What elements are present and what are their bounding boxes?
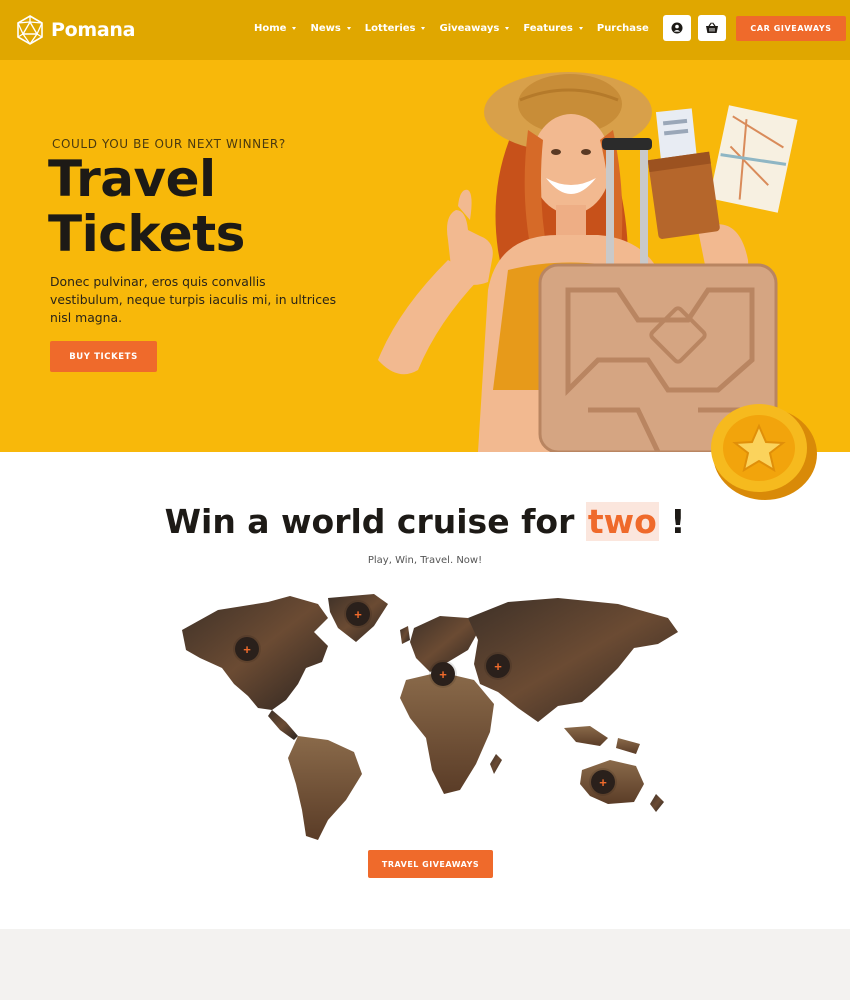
cruise-title-main: Win a world cruise for	[164, 502, 575, 541]
coin-star-icon	[711, 404, 817, 500]
hero-description: Donec pulvinar, eros quis convallis vest…	[50, 274, 337, 325]
nav-label: Home	[254, 23, 287, 34]
cruise-title-end: !	[670, 502, 686, 541]
nav-item-giveaways[interactable]: Giveaways	[439, 23, 510, 34]
chevron-down-icon	[505, 27, 510, 30]
map-pin[interactable]: +	[486, 654, 510, 678]
nav-item-news[interactable]: News	[310, 23, 351, 34]
buy-tickets-button[interactable]: BUY TICKETS	[50, 341, 157, 372]
map-pin[interactable]: +	[591, 770, 615, 794]
world-map-image	[182, 594, 678, 840]
user-icon	[671, 22, 683, 34]
polyhedron-icon	[14, 14, 46, 46]
brand-name: Pomana	[51, 19, 136, 41]
hero-title-line: Tickets	[48, 205, 245, 263]
account-button[interactable]	[663, 15, 691, 41]
main-nav: Home News Lotteries Giveaways Features P…	[254, 23, 663, 34]
nav-label: Giveaways	[439, 23, 500, 34]
chevron-down-icon	[292, 27, 297, 30]
hero-title-line: Travel	[48, 150, 216, 208]
travel-giveaways-button[interactable]: TRAVEL GIVEAWAYS	[368, 850, 493, 878]
nav-label: Lotteries	[364, 23, 416, 34]
nav-item-home[interactable]: Home	[254, 23, 297, 34]
cruise-title: Win a world cruise for two !	[0, 502, 850, 541]
nav-item-features[interactable]: Features	[523, 23, 583, 34]
hero-section: Pomana Home News Lotteries Giveaways Fea…	[0, 0, 850, 452]
hero-image	[378, 72, 798, 452]
nav-item-purchase[interactable]: Purchase	[597, 23, 649, 34]
map-pin[interactable]: +	[235, 637, 259, 661]
chevron-down-icon	[346, 27, 351, 30]
basket-icon	[705, 22, 719, 34]
chevron-down-icon	[578, 27, 583, 30]
hero-title: Travel Tickets	[48, 152, 348, 262]
nav-label: News	[310, 23, 341, 34]
chevron-down-icon	[421, 27, 426, 30]
nav-label: Purchase	[596, 23, 649, 34]
map-pin[interactable]: +	[346, 602, 370, 626]
site-logo[interactable]: Pomana	[14, 14, 135, 46]
car-giveaways-button[interactable]: CAR GIVEAWAYS	[736, 16, 846, 41]
site-header: Pomana Home News Lotteries Giveaways Fea…	[0, 0, 850, 60]
map-pin[interactable]: +	[431, 662, 455, 686]
nav-label: Features	[523, 23, 573, 34]
next-section-band	[0, 929, 850, 1000]
cart-button[interactable]	[698, 15, 726, 41]
nav-item-lotteries[interactable]: Lotteries	[365, 23, 426, 34]
world-map: + + + + +	[178, 588, 684, 844]
hero-eyebrow: COULD YOU BE OUR NEXT WINNER?	[52, 137, 286, 151]
cruise-title-highlight: two	[585, 502, 659, 541]
cruise-subtitle: Play, Win, Travel. Now!	[367, 555, 483, 566]
